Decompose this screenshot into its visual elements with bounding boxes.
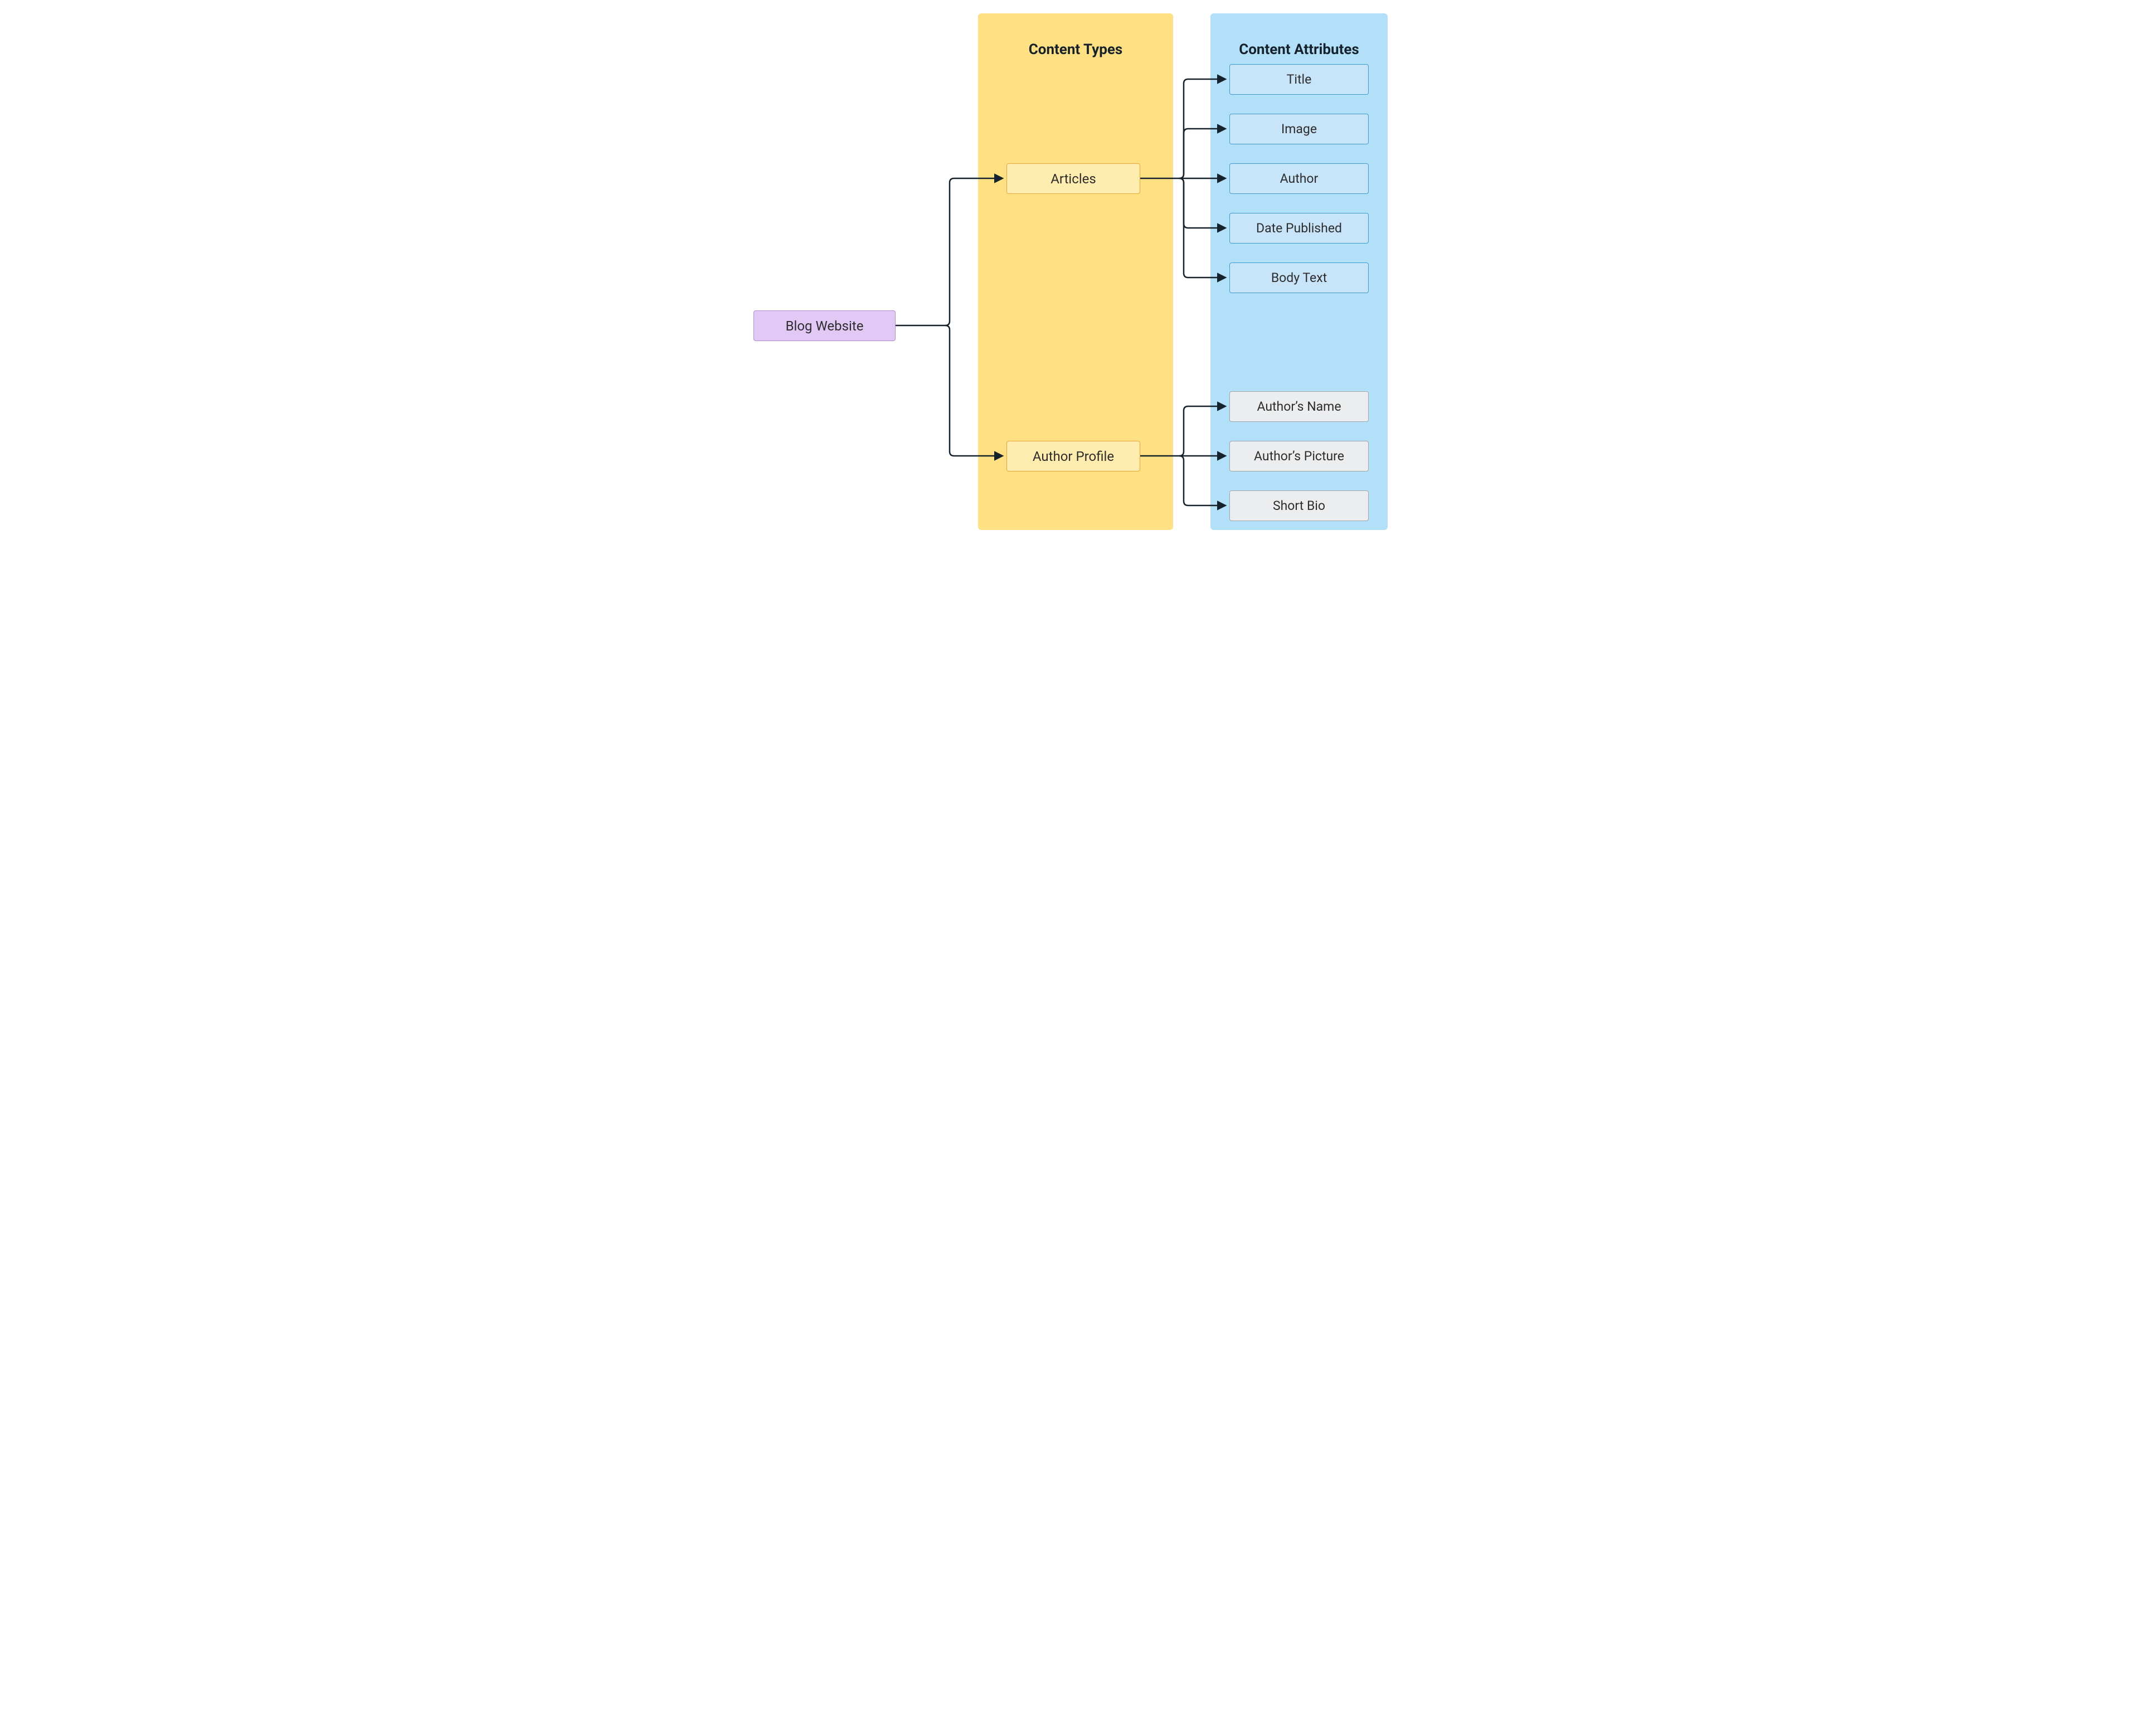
diagram-canvas: Content Types Content Attributes Blog We… [736,0,1404,543]
attr-author-picture-label: Author’s Picture [1254,449,1344,464]
attr-title-label: Title [1287,72,1312,87]
type-author-profile-label: Author Profile [1033,449,1114,464]
content-attributes-heading: Content Attributes [1210,41,1388,58]
attr-image: Image [1229,114,1369,144]
attr-date-published: Date Published [1229,213,1369,244]
type-articles: Articles [1006,163,1140,194]
attr-body-text: Body Text [1229,262,1369,293]
root-blog-website: Blog Website [753,310,896,341]
attr-author-picture: Author’s Picture [1229,441,1369,471]
attr-author: Author [1229,163,1369,194]
attr-body-text-label: Body Text [1271,270,1327,285]
content-types-heading: Content Types [978,41,1173,58]
attr-title: Title [1229,64,1369,95]
type-author-profile: Author Profile [1006,441,1140,471]
type-articles-label: Articles [1050,171,1096,187]
attr-author-name-label: Author’s Name [1257,399,1341,414]
attr-image-label: Image [1281,121,1317,137]
attr-author-label: Author [1280,171,1319,186]
attr-short-bio-label: Short Bio [1273,498,1325,513]
attr-author-name: Author’s Name [1229,391,1369,422]
attr-date-published-label: Date Published [1256,221,1342,236]
root-label: Blog Website [786,318,864,334]
attr-short-bio: Short Bio [1229,490,1369,521]
